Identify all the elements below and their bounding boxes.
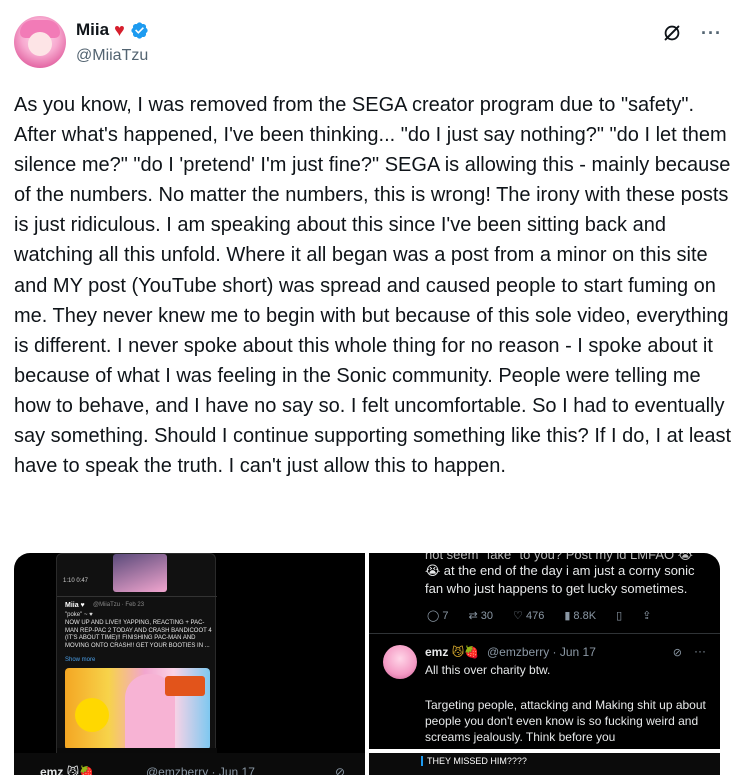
- media-image-4[interactable]: THEY MISSED HIM????: [369, 753, 720, 775]
- avatar-face: [28, 32, 52, 56]
- phone-top-thumbnail: [113, 554, 167, 592]
- repost-stat: ⇄ 30: [468, 610, 494, 622]
- author-handle[interactable]: @MiiaTzu: [76, 47, 148, 65]
- like-stat: ♡ 476: [513, 610, 545, 622]
- mini-show-more: Show more: [65, 657, 96, 663]
- phone-time: 1:10 0:47: [63, 578, 89, 584]
- media-grid: 1:10 0:47 Miia ♥ @MiiaTzu · Feb 23 "poke…: [14, 553, 720, 775]
- strip-grok-icon: ⊘: [334, 765, 345, 775]
- reply-grok-icon: ⊘: [672, 647, 682, 659]
- reply-handle: @emzberry · Jun 17: [487, 645, 596, 659]
- phone-screenshot: 1:10 0:47 Miia ♥ @MiiaTzu · Feb 23 "poke…: [56, 553, 217, 775]
- post-body-text: As you know, I was removed from the SEGA…: [14, 94, 737, 478]
- thread-line-2: fan who just happens to get lucky someti…: [425, 581, 688, 596]
- thread-stats: ◯ 7 ⇄ 30 ♡ 476 ▮ 8.8K ▯ ⇪: [427, 609, 651, 622]
- media-image-1[interactable]: 1:10 0:47 Miia ♥ @MiiaTzu · Feb 23 "poke…: [14, 553, 365, 775]
- grok-icon[interactable]: [661, 22, 683, 44]
- author-display-name[interactable]: Miia: [76, 20, 109, 40]
- thread-line-1: 😭 at the end of the day i am just a corn…: [425, 563, 695, 578]
- phone-divider: [57, 596, 217, 597]
- mini-video-thumbnail: [65, 668, 210, 750]
- author-name-row: Miia ♥: [76, 20, 149, 40]
- next-tweet-strip: emz 😼🍓 @emzberry · Jun 17 ⊘: [14, 753, 365, 775]
- more-options-icon[interactable]: ···: [701, 23, 722, 44]
- strip-name: emz 😼🍓: [40, 765, 95, 775]
- mini-tweet-handle: @MiiaTzu · Feb 23: [93, 602, 145, 608]
- thread-top-text: not seem "fake" to you? Post my id LMFAO…: [425, 553, 693, 562]
- reply-stat: ◯ 7: [427, 610, 449, 622]
- post-top-actions: ···: [661, 22, 722, 44]
- strip-quote-text: THEY MISSED HIM????: [421, 756, 527, 766]
- strip-handle: @emzberry · Jun 17: [146, 765, 255, 775]
- views-stat: ▮ 8.8K: [564, 610, 597, 622]
- post: Miia ♥ @MiiaTzu ··· As you know, I was r…: [0, 0, 750, 775]
- reply-first-line: All this over charity btw.: [425, 663, 551, 677]
- mini-tweet-body: NOW UP AND LIVE!! YAPPING, REACTING + PA…: [65, 620, 212, 649]
- reply-more-icon: ···: [694, 644, 706, 658]
- verified-badge-icon[interactable]: [130, 21, 149, 40]
- author-avatar[interactable]: [14, 16, 66, 68]
- heart-icon: ♥: [114, 20, 125, 40]
- pacman-figure: [75, 698, 109, 732]
- reply-avatar: [383, 645, 417, 679]
- reply-name: emz 😼🍓: [425, 645, 480, 659]
- mini-tweet-name: Miia ♥: [65, 602, 85, 609]
- mini-tweet-quote: "poke" ~ ♥: [65, 612, 93, 618]
- reply-body: Targeting people, attacking and Making s…: [425, 698, 706, 744]
- crash-logo: [165, 676, 205, 696]
- bookmark-icon: ▯: [616, 610, 623, 622]
- share-icon: ⇪: [642, 610, 652, 622]
- media-image-2[interactable]: not seem "fake" to you? Post my id LMFAO…: [369, 553, 720, 749]
- thread-divider: [369, 633, 720, 634]
